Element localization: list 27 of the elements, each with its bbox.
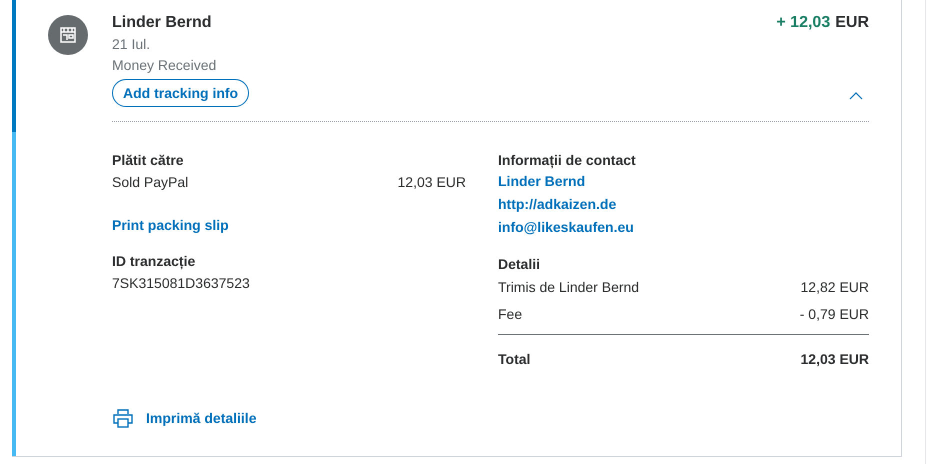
section-heading: Informații de contact: [498, 151, 637, 170]
currency: EUR: [835, 13, 869, 33]
print-details-link[interactable]: Imprimă detaliile: [112, 407, 256, 429]
account-name: Sold PayPal: [112, 173, 188, 192]
section-heading: ID tranzacție: [112, 252, 196, 271]
detail-value: - 0,79 EUR: [800, 305, 869, 324]
paid-amount: 12,03 EUR: [398, 173, 466, 192]
transaction-type: Money Received: [112, 56, 218, 75]
date: 21 Iul.: [112, 35, 152, 54]
printer-icon: [112, 407, 134, 429]
detail-label: Trimis de Linder Bernd: [498, 278, 640, 297]
payer-name: Linder Bernd: [112, 13, 212, 33]
add-tracking-button[interactable]: Add tracking info: [112, 79, 250, 107]
amount: + 12,03: [776, 13, 830, 33]
section-heading: Detalii: [498, 255, 542, 274]
store-icon: [48, 15, 88, 55]
total-value: 12,03 EUR: [800, 350, 869, 369]
print-packing-slip-link[interactable]: Print packing slip: [112, 215, 229, 235]
detail-label: Fee: [498, 305, 522, 324]
collapse-chevron-icon[interactable]: [849, 92, 863, 100]
total-label: Total: [498, 350, 530, 369]
detail-value: 12,82 EUR: [800, 278, 869, 297]
contact-link[interactable]: info@likeskaufen.eu: [498, 216, 634, 239]
contact-link[interactable]: http://adkaizen.de: [498, 193, 616, 216]
section-heading: Plătit către: [112, 151, 185, 170]
transaction-id: 7SK315081D3637523: [112, 274, 251, 293]
contact-link[interactable]: Linder Bernd: [498, 170, 586, 193]
